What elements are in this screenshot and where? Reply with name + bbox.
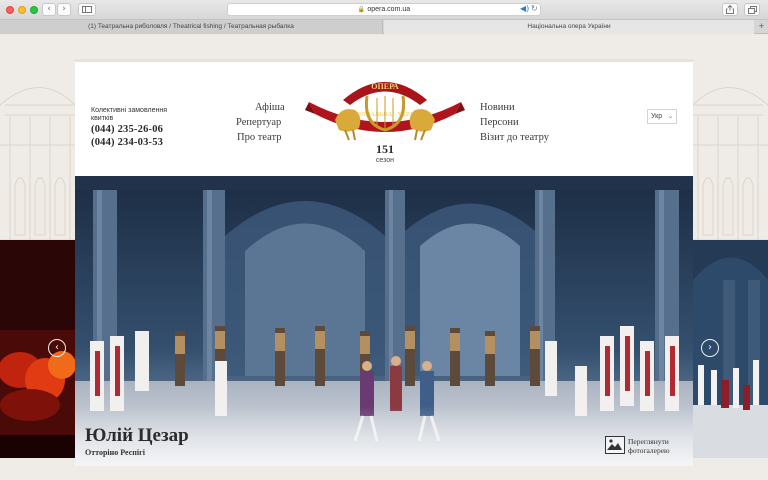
tabs-overview-icon[interactable] (744, 3, 760, 16)
nav-link-about[interactable]: Про театр (237, 132, 281, 143)
url-text: opera.com.ua (367, 6, 411, 13)
reload-icon[interactable]: ↻ (531, 4, 538, 13)
phone-number[interactable]: (044) 235-26-06 (91, 124, 163, 135)
phone-number[interactable]: (044) 234-03-53 (91, 137, 163, 148)
language-value: Укр (651, 113, 663, 120)
share-icon[interactable] (722, 3, 738, 16)
carousel-next-button[interactable]: › (701, 339, 719, 357)
opera-logo-icon[interactable]: ОПЕРА НАЦІОНАЛЬНА · УКРАЇНИ (305, 72, 465, 144)
speaker-icon[interactable]: ◀) (520, 4, 529, 13)
logo-top-word: ОПЕРА (371, 82, 399, 91)
season-number: 151 (376, 142, 394, 156)
nav-link-persons[interactable]: Персони (480, 117, 519, 128)
browser-tab-active[interactable]: Національна опера України (384, 20, 754, 34)
gallery-link[interactable]: Переглянути фотогалерею (628, 437, 688, 455)
nav-link-repertoire[interactable]: Репертуар (236, 117, 281, 128)
hero-title[interactable]: Юлій Цезар (85, 425, 189, 447)
close-window-icon[interactable] (6, 6, 14, 14)
site-header: Колективні замовлення квитків (044) 235-… (75, 59, 693, 176)
forward-button[interactable]: › (57, 3, 71, 16)
language-select[interactable]: Укр ⌄ (647, 109, 677, 124)
hero-slide[interactable]: Юлій Цезар Отторіно Респігі Переглянути … (75, 176, 693, 466)
maximize-window-icon[interactable] (30, 6, 38, 14)
address-bar[interactable]: 🔒 opera.com.ua (227, 3, 541, 16)
carousel-prev-button[interactable]: ‹ (48, 339, 66, 357)
minimize-window-icon[interactable] (18, 6, 26, 14)
browser-tab[interactable]: (1) Театральна риболовля / Theatrical fi… (0, 20, 383, 34)
chevron-down-icon: ⌄ (667, 113, 673, 120)
hero-composer: Отторіно Респігі (85, 448, 145, 457)
browser-titlebar: ‹ › 🔒 opera.com.ua ◀) ↻ (0, 0, 768, 20)
group-orders-label: Колективні замовлення квитків (91, 107, 168, 122)
back-button[interactable]: ‹ (42, 3, 56, 16)
nav-link-visit[interactable]: Візит до театру (480, 132, 549, 143)
browser-tabbar: (1) Театральна риболовля / Theatrical fi… (0, 20, 768, 34)
new-tab-button[interactable]: + (755, 20, 768, 34)
gallery-icon[interactable] (605, 436, 625, 454)
web-page: Колективні замовлення квитків (044) 235-… (0, 35, 768, 480)
lock-icon: 🔒 (357, 6, 366, 13)
nav-link-afisha[interactable]: Афіша (255, 102, 285, 113)
building-outline-right (693, 87, 768, 265)
season-label: сезон (375, 157, 395, 164)
nav-link-news[interactable]: Новини (480, 102, 515, 113)
sidebar-toggle-icon[interactable] (78, 3, 96, 16)
building-outline-left (0, 87, 75, 265)
